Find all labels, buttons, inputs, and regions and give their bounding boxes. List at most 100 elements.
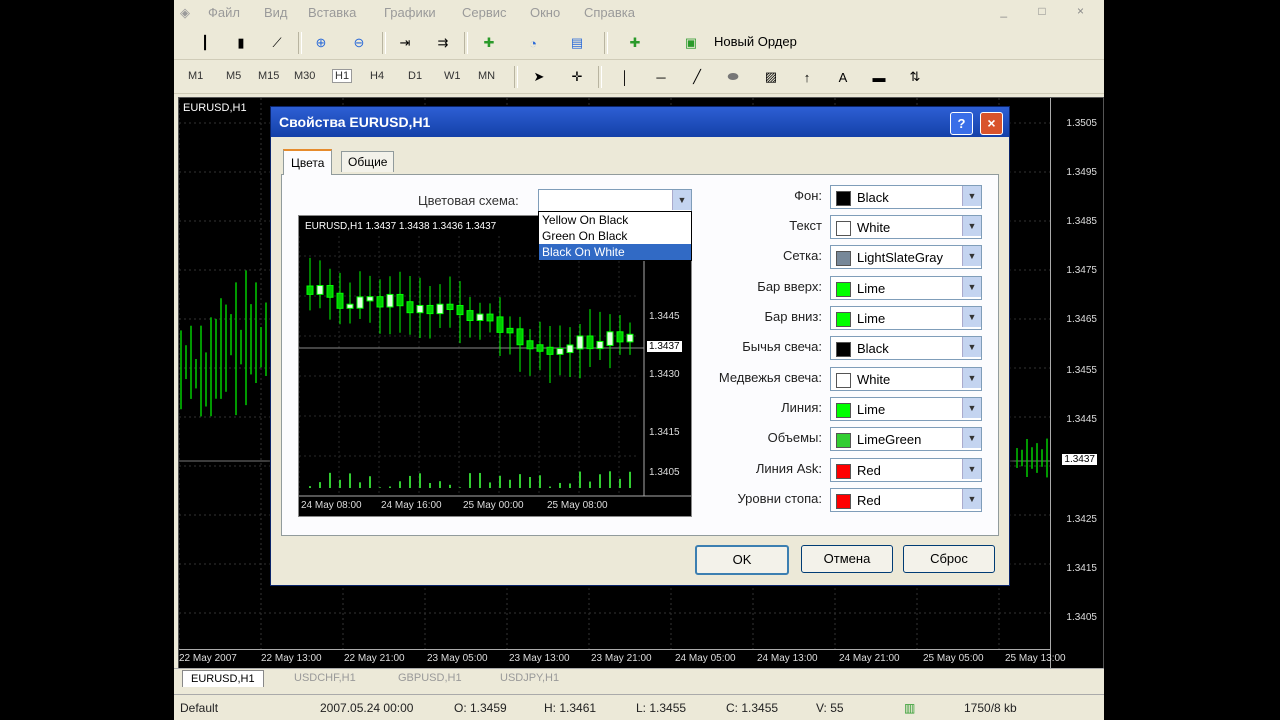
color-select[interactable]: Lime ▼ <box>830 397 982 421</box>
chevron-down-icon[interactable]: ▼ <box>962 186 981 206</box>
scheme-option-green[interactable]: Green On Black <box>539 228 691 244</box>
color-value: Lime <box>857 402 886 417</box>
candle-body <box>586 335 594 350</box>
scheme-option-yellow[interactable]: Yellow On Black <box>539 212 691 228</box>
tf-w1[interactable]: W1 <box>444 70 461 82</box>
color-select[interactable]: Black ▼ <box>830 336 982 360</box>
status-close: C: 1.3455 <box>726 701 779 715</box>
candle-body <box>436 303 444 315</box>
trendline-icon[interactable]: ╱ <box>688 68 706 86</box>
scheme-option-black[interactable]: Black On White <box>539 244 691 260</box>
tf-d1[interactable]: D1 <box>408 70 422 82</box>
chevron-down-icon[interactable]: ▼ <box>962 398 981 418</box>
properties-dialog: Свойства EURUSD,H1 ? × Цвета Общие Цвето… <box>270 106 1010 586</box>
line-chart-icon[interactable]: ⟋ <box>268 34 286 52</box>
color-select[interactable]: White ▼ <box>830 367 982 391</box>
tab-gbpusd[interactable]: GBPUSD,H1 <box>392 672 468 684</box>
menu-help[interactable]: Справка <box>584 5 635 20</box>
row-label: Бар вниз: <box>764 309 822 324</box>
menu-tools[interactable]: Сервис <box>462 5 507 20</box>
chevron-down-icon[interactable]: ▼ <box>962 459 981 479</box>
reset-button[interactable]: Сброс <box>903 545 995 573</box>
color-select[interactable]: Lime ▼ <box>830 276 982 300</box>
chevron-down-icon[interactable]: ▼ <box>962 489 981 509</box>
chevron-down-icon[interactable]: ▼ <box>962 246 981 266</box>
menu-charts[interactable]: Графики <box>384 5 436 20</box>
dialog-titlebar: Свойства EURUSD,H1 ? × <box>271 107 1009 137</box>
tf-m5[interactable]: M5 <box>226 70 241 82</box>
label-icon[interactable]: ▬ <box>870 68 888 86</box>
menu-window[interactable]: Окно <box>530 5 560 20</box>
chart-shift-icon[interactable]: ⇥ <box>396 34 414 52</box>
tf-m30[interactable]: M30 <box>294 70 315 82</box>
window-controls[interactable]: _ □ × <box>1000 4 1098 18</box>
indicators-icon[interactable]: ✚ <box>480 34 498 52</box>
fibonacci-icon[interactable]: ▨ <box>762 68 780 86</box>
crosshair-icon[interactable]: ✛ <box>568 68 586 86</box>
zoom-in-icon[interactable]: ⊕ <box>312 34 330 52</box>
help-button[interactable]: ? <box>950 112 973 135</box>
autoscroll-icon[interactable]: ⇉ <box>434 34 452 52</box>
shapes-dropdown-icon[interactable]: ⇅ <box>906 68 924 86</box>
tf-h1[interactable]: H1 <box>332 69 353 83</box>
vertical-line-icon[interactable]: │ <box>616 68 634 86</box>
color-scheme-select[interactable]: ▼ <box>538 189 692 213</box>
tab-usdchf[interactable]: USDCHF,H1 <box>288 672 362 684</box>
preview-time-label: 24 May 08:00 <box>301 500 362 511</box>
zoom-out-icon[interactable]: ⊖ <box>350 34 368 52</box>
chevron-down-icon[interactable]: ▼ <box>962 307 981 327</box>
color-value: Red <box>857 463 881 478</box>
menu-view[interactable]: Вид <box>264 5 288 20</box>
text-icon[interactable]: A <box>834 68 852 86</box>
tab-usdjpy[interactable]: USDJPY,H1 <box>494 672 565 684</box>
candle-body <box>576 335 584 350</box>
row-label: Фон: <box>794 188 822 203</box>
status-low: L: 1.3455 <box>636 701 687 715</box>
new-chart-icon[interactable]: ✚ <box>626 34 644 52</box>
candle-body <box>316 285 324 295</box>
chevron-down-icon[interactable]: ▼ <box>962 368 981 388</box>
tab-eurusd[interactable]: EURUSD,H1 <box>182 670 264 687</box>
candle-body <box>356 296 364 309</box>
bar-chart-icon[interactable]: ┃ <box>196 34 214 52</box>
tf-mn[interactable]: MN <box>478 70 495 82</box>
menu-file[interactable]: Файл <box>208 5 240 20</box>
color-select[interactable]: Black ▼ <box>830 185 982 209</box>
color-select[interactable]: Red ▼ <box>830 458 982 482</box>
chevron-down-icon[interactable]: ▼ <box>672 190 691 210</box>
arrows-icon[interactable]: ↑ <box>798 68 816 86</box>
close-button[interactable]: × <box>980 112 1003 135</box>
candle-body <box>386 293 394 308</box>
tf-m1[interactable]: M1 <box>188 70 203 82</box>
chevron-down-icon[interactable]: ▼ <box>962 337 981 357</box>
color-select[interactable]: White ▼ <box>830 215 982 239</box>
chevron-down-icon[interactable]: ▼ <box>962 277 981 297</box>
color-select[interactable]: Red ▼ <box>830 488 982 512</box>
candle-chart-icon[interactable]: ▮ <box>232 34 250 52</box>
menu-bar: ◈ Файл Вид Вставка Графики Сервис Окно С… <box>174 0 1104 26</box>
horizontal-line-icon[interactable]: ─ <box>652 68 670 86</box>
cursor-icon[interactable]: ➤ <box>530 68 548 86</box>
tf-h4[interactable]: H4 <box>370 70 384 82</box>
color-select[interactable]: LimeGreen ▼ <box>830 427 982 451</box>
cancel-button[interactable]: Отмена <box>801 545 893 573</box>
tab-common[interactable]: Общие <box>341 151 395 172</box>
periods-icon[interactable]: ◔ <box>524 34 542 52</box>
menu-insert[interactable]: Вставка <box>308 5 356 20</box>
navigator-icon[interactable]: ▣ <box>682 34 700 52</box>
color-select[interactable]: Lime ▼ <box>830 306 982 330</box>
color-value: White <box>857 220 891 235</box>
candle-body <box>536 344 544 352</box>
ellipse-icon[interactable]: ⬬ <box>724 68 742 86</box>
chevron-down-icon[interactable]: ▼ <box>962 216 981 236</box>
tf-m15[interactable]: M15 <box>258 70 279 82</box>
candle-body <box>336 292 344 309</box>
templates-icon[interactable]: ▤ <box>568 34 586 52</box>
chevron-down-icon[interactable]: ▼ <box>962 428 981 448</box>
new-order-button[interactable]: Новый Ордер <box>714 34 797 49</box>
ok-button[interactable]: OK <box>695 545 789 575</box>
color-select[interactable]: LightSlateGray ▼ <box>830 245 982 269</box>
row-label: Объемы: <box>767 430 822 445</box>
tab-colors[interactable]: Цвета <box>283 149 333 175</box>
row-label: Уровни стопа: <box>737 491 822 506</box>
